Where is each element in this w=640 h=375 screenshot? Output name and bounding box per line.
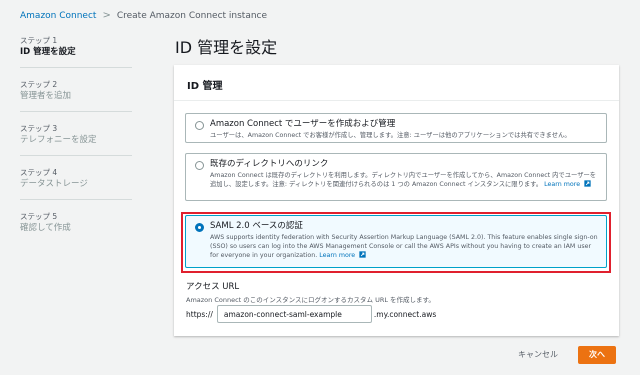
option-title: SAML 2.0 ベースの認証 [210,221,303,231]
step-1[interactable]: ステップ 1 ID 管理を設定 [20,32,132,68]
step-number: ステップ 2 [20,80,58,89]
step-number: ステップ 5 [20,212,58,221]
step-title: 管理者を追加 [20,91,72,101]
identity-management-panel: ID 管理 Amazon Connect でユーザーを作成および管理 ユーザーは… [174,65,619,336]
option-description: AWS supports identity federation with Se… [210,234,598,259]
external-link-icon [359,251,366,261]
breadcrumb: Amazon Connect > Create Amazon Connect i… [20,10,267,21]
wizard-steps: ステップ 1 ID 管理を設定 ステップ 2 管理者を追加 ステップ 3 テレフ… [20,32,132,251]
access-url-input[interactable] [216,305,372,323]
page-title: ID 管理を設定 [175,38,278,57]
option-title: 既存のディレクトリへのリンク [210,159,329,169]
option-description-block: Amazon Connect は既存のディレクトリを利用します。ディレクトリ内で… [210,171,598,190]
step-title: 確認して作成 [20,223,71,233]
option-title: Amazon Connect でユーザーを作成および管理 [210,119,396,129]
step-number: ステップ 1 [20,36,58,45]
option-link-directory[interactable]: 既存のディレクトリへのリンク Amazon Connect は既存のディレクトリ… [185,153,607,201]
breadcrumb-current: Create Amazon Connect instance [116,10,268,21]
radio-button[interactable] [195,121,204,130]
step-5: ステップ 5 確認して作成 [20,208,132,243]
external-link-icon [584,180,591,190]
option-create-users[interactable]: Amazon Connect でユーザーを作成および管理 ユーザーは、Amazo… [185,113,607,143]
step-title: テレフォニーを設定 [20,135,97,145]
learn-more-link[interactable]: Learn more [319,252,355,259]
step-number: ステップ 3 [20,124,58,133]
radio-button-selected[interactable] [195,223,204,232]
access-url-row: https:// .my.connect.aws [186,305,436,323]
step-number: ステップ 4 [20,168,58,177]
url-suffix: .my.connect.aws [373,309,437,319]
learn-more-link[interactable]: Learn more [544,181,580,188]
access-url-label: アクセス URL [186,282,240,292]
step-title: データストレージ [20,179,88,189]
option-description: ユーザーは、Amazon Connect でお客様が作成し、管理します。注意: … [210,132,571,139]
radio-button[interactable] [195,161,204,170]
cancel-button[interactable]: キャンセル [508,346,568,364]
step-4: ステップ 4 データストレージ [20,164,132,200]
chevron-right-icon: > [102,10,111,21]
step-2: ステップ 2 管理者を追加 [20,76,132,112]
next-button[interactable]: 次へ [578,346,616,364]
panel-header: ID 管理 [174,65,619,101]
url-prefix: https:// [186,309,213,319]
step-3: ステップ 3 テレフォニーを設定 [20,120,132,156]
option-description: Amazon Connect は既存のディレクトリを利用します。ディレクトリ内で… [210,172,597,188]
access-url-hint: Amazon Connect のこのインスタンスにログオンするカスタム URL … [186,296,435,304]
breadcrumb-root-link[interactable]: Amazon Connect [20,11,96,21]
option-saml[interactable]: SAML 2.0 ベースの認証 AWS supports identity fe… [185,215,607,268]
step-title: ID 管理を設定 [20,47,76,57]
option-description-block: AWS supports identity federation with Se… [210,233,598,261]
